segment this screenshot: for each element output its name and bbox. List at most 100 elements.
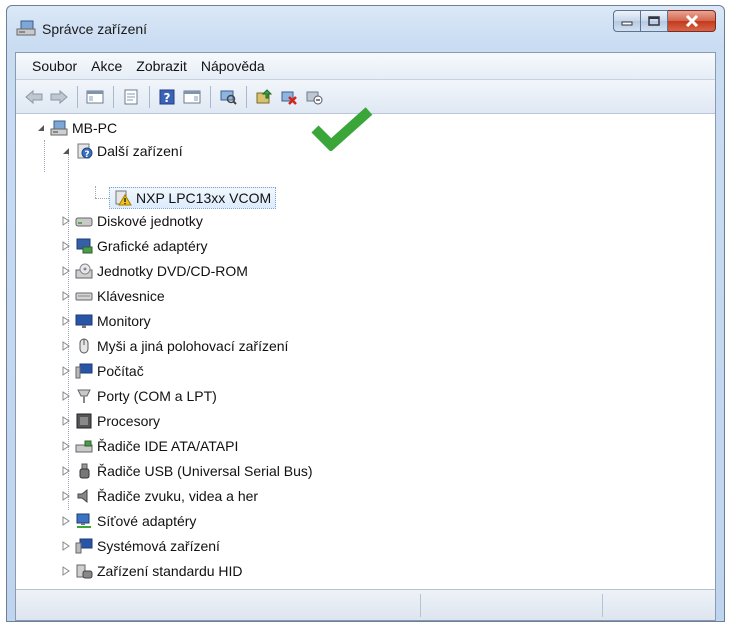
computer-small-icon (75, 363, 93, 379)
expanded-triangle-icon (63, 148, 69, 154)
window-controls (613, 10, 716, 32)
tree-node-category[interactable]: Monitory (61, 310, 151, 332)
toolbar-separator (113, 85, 114, 108)
device-manager-window: Správce zařízení Soubor Akce Zobrazit Ná… (6, 5, 725, 622)
tree-node-category[interactable]: Myši a jiná polohovací zařízení (61, 335, 288, 357)
status-bar (16, 589, 715, 620)
svg-text:?: ? (84, 150, 89, 159)
collapsed-triangle-icon (62, 441, 70, 451)
device-manager-app-icon (16, 20, 36, 36)
forward-arrow-icon (50, 89, 68, 104)
forward-button[interactable] (47, 85, 71, 109)
menu-soubor[interactable]: Soubor (25, 55, 84, 77)
tree-node-category[interactable]: Počítač (61, 360, 144, 382)
back-arrow-icon (25, 89, 43, 104)
tree-node-category[interactable]: Diskové jednotky (61, 210, 203, 232)
computer-icon (50, 120, 68, 136)
toolbar-separator (149, 85, 150, 108)
menu-akce[interactable]: Akce (84, 55, 129, 77)
collapsed-triangle-icon (62, 491, 70, 501)
status-bar-divider (420, 594, 421, 617)
sound-icon (77, 488, 88, 504)
menu-bar: Soubor Akce Zobrazit Nápověda (16, 53, 715, 80)
tree-node-category[interactable]: Řadiče USB (Universal Serial Bus) (61, 460, 313, 482)
toolbar-separator (210, 85, 211, 108)
tree-label-category: Zařízení standardu HID (97, 563, 243, 579)
tree-label-category: Počítač (97, 363, 144, 379)
menu-zobrazit[interactable]: Zobrazit (129, 55, 194, 77)
maximize-button[interactable] (641, 10, 668, 32)
collapsed-triangle-icon (62, 391, 70, 401)
port-icon (77, 389, 91, 403)
system-device-icon (75, 538, 93, 554)
tree-label-category: Síťové adaptéry (97, 513, 197, 529)
tree-node-category[interactable]: Grafické adaptéry (61, 235, 208, 257)
tree-node-root[interactable]: MB-PC (36, 117, 117, 139)
tree-node-category[interactable]: Systémová zařízení (61, 535, 220, 557)
uninstall-icon (281, 91, 297, 105)
tree-label-category: Procesory (97, 413, 161, 429)
collapsed-triangle-icon (62, 466, 70, 476)
title-bar[interactable]: Správce zařízení (7, 6, 724, 50)
collapsed-triangle-icon (62, 341, 70, 351)
processor-icon (76, 413, 92, 429)
update-driver-button[interactable] (252, 85, 276, 109)
collapsed-triangle-icon (62, 566, 70, 576)
tree-label-category: Diskové jednotky (97, 213, 203, 229)
svg-text:?: ? (164, 91, 171, 105)
monitor-icon (75, 314, 93, 328)
collapsed-triangle-icon (62, 216, 70, 226)
menu-napoveda[interactable]: Nápověda (194, 55, 272, 77)
collapsed-triangle-icon (62, 416, 70, 426)
collapsed-triangle-icon (62, 516, 70, 526)
minimize-icon (621, 21, 633, 26)
tree-connector (95, 198, 109, 199)
scan-hardware-button[interactable] (216, 85, 240, 109)
tree-label-category: Grafické adaptéry (97, 238, 208, 254)
scan-hardware-icon (220, 90, 237, 105)
properties-button[interactable] (119, 85, 143, 109)
tree-label-other-devices: Další zařízení (97, 143, 183, 159)
tree-label-category: Řadiče USB (Universal Serial Bus) (97, 463, 313, 479)
help-button[interactable]: ? (155, 85, 179, 109)
tree-node-category[interactable]: Síťové adaptéry (61, 510, 196, 532)
show-hide-console-tree-button[interactable] (83, 85, 107, 109)
tree-node-other-devices[interactable]: ? Další zařízení (61, 140, 183, 162)
tree-node-category[interactable]: Řadiče zvuku, videa a her (61, 485, 258, 507)
keyboard-icon (75, 292, 93, 301)
uninstall-button[interactable] (277, 85, 301, 109)
tree-connector (95, 186, 96, 198)
close-icon (685, 15, 698, 27)
device-tree: MB-PC ? Další zařízení NXP LPC13xx VCOM … (16, 114, 715, 590)
collapsed-triangle-icon (62, 316, 70, 326)
collapsed-triangle-icon (62, 541, 70, 551)
disable-device-button[interactable] (302, 85, 326, 109)
dvd-drive-icon (75, 263, 93, 279)
action-pane-icon (183, 90, 201, 103)
tree-connector (44, 140, 45, 172)
display-adapter-icon (76, 238, 93, 254)
minimize-button[interactable] (613, 10, 641, 32)
unknown-device-icon: ? (77, 143, 93, 159)
update-driver-icon (256, 88, 273, 103)
tree-node-category[interactable]: Řadiče IDE ATA/ATAPI (61, 435, 238, 457)
tree-node-nxp-vcom[interactable]: NXP LPC13xx VCOM (109, 187, 277, 209)
tree-node-category[interactable]: Porty (COM a LPT) (61, 385, 217, 407)
help-icon: ? (159, 89, 175, 105)
show-hide-console-tree-icon (86, 90, 104, 103)
tree-label-category: Myši a jiná polohovací zařízení (97, 338, 289, 354)
disable-device-icon (306, 91, 323, 104)
tree-node-category[interactable]: Jednotky DVD/CD-ROM (61, 260, 248, 282)
selected-item-highlight: NXP LPC13xx VCOM (109, 187, 277, 209)
tree-node-category[interactable]: Zařízení standardu HID (61, 560, 243, 582)
properties-icon (124, 89, 138, 104)
close-button[interactable] (668, 10, 716, 32)
back-button[interactable] (22, 85, 46, 109)
expanded-triangle-icon (38, 125, 44, 131)
tree-node-category[interactable]: Procesory (61, 410, 160, 432)
tree-node-category[interactable]: Klávesnice (61, 285, 165, 307)
status-bar-divider (602, 594, 603, 617)
action-pane-button[interactable] (180, 85, 204, 109)
tree-label-category: Řadiče IDE ATA/ATAPI (97, 438, 239, 454)
tree-label-root: MB-PC (72, 120, 118, 136)
